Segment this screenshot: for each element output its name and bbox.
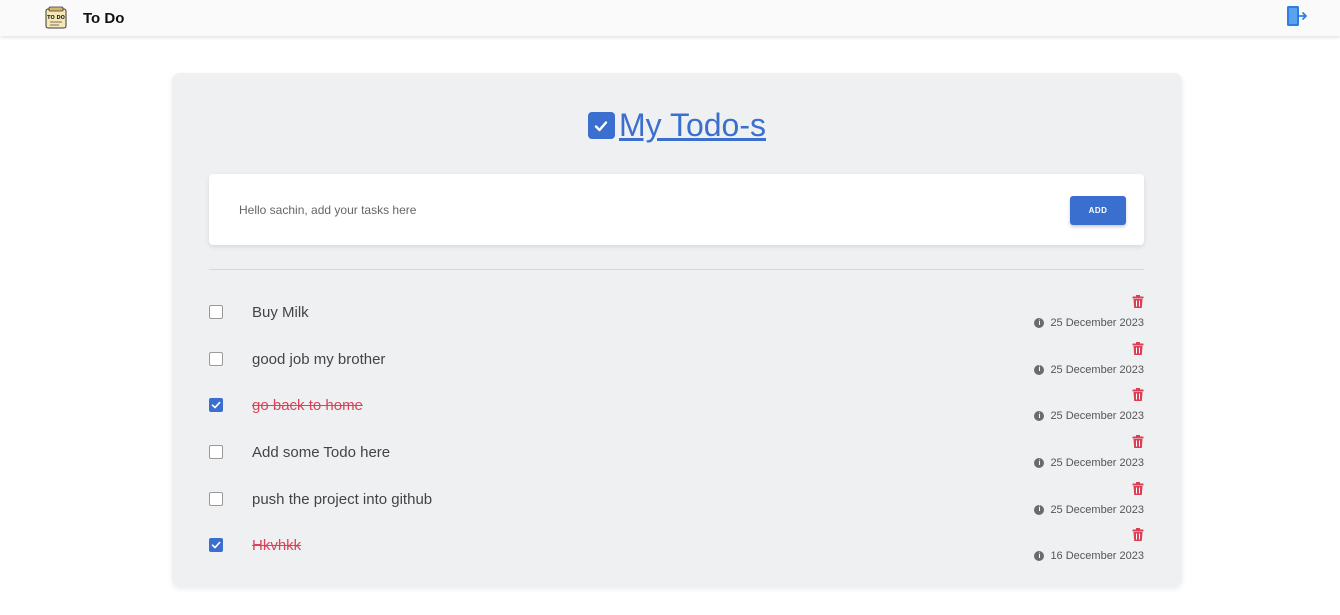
info-icon: i (1034, 318, 1045, 328)
add-task-panel: ADD (209, 174, 1144, 245)
top-navbar: TO DO To Do (0, 0, 1340, 36)
app-title: To Do (83, 9, 125, 27)
logo-text: TO DO (47, 15, 65, 21)
todo-checkbox[interactable] (209, 491, 223, 506)
trash-icon[interactable] (1132, 435, 1144, 449)
todo-checkbox[interactable] (209, 445, 223, 460)
info-icon: i (1034, 364, 1045, 375)
date-text: 25 December 2023 (1050, 457, 1144, 470)
todo-checkbox[interactable] (209, 538, 223, 553)
checkbox-checked-icon (587, 112, 615, 139)
todo-note-icon: TO DO (45, 6, 67, 29)
todo-checkbox[interactable] (209, 305, 223, 319)
date-text: 25 December 2023 (1050, 410, 1144, 423)
date-text: 25 December 2023 (1050, 363, 1144, 376)
list-item: Hkvhkk i 16 December 2023 (209, 522, 1144, 569)
list-item: good job my brother i 25 December 2023 (209, 336, 1144, 383)
todo-date: i 16 December 2023 (1034, 550, 1144, 562)
list-item: push the project into github i 25 Decemb… (209, 476, 1144, 523)
list-item: Add some Todo here i 25 December 2023 (209, 429, 1144, 476)
todo-checkbox[interactable] (209, 351, 223, 366)
date-text: 25 December 2023 (1050, 317, 1144, 329)
todo-text: Buy Milk (252, 304, 309, 321)
todo-date: i 25 December 2023 (1034, 410, 1144, 422)
todo-date: i 25 December 2023 (1034, 317, 1144, 329)
todo-text: push the project into github (252, 490, 433, 508)
todo-text: Add some Todo here (252, 444, 391, 462)
todo-text: go back to home (252, 397, 363, 415)
list-item: Buy Milk i 25 December 2023 (209, 289, 1144, 336)
todo-text: good job my brother (252, 350, 386, 368)
info-icon: i (1034, 504, 1045, 515)
info-icon: i (1034, 411, 1045, 422)
divider (209, 269, 1144, 270)
info-icon: i (1034, 551, 1045, 562)
page-heading: My Todo-s (172, 107, 1182, 144)
todo-list: Buy Milk i 25 December 2023 good job my … (209, 289, 1144, 569)
todo-checkbox[interactable] (209, 398, 223, 413)
todo-text: Hkvhkk (252, 537, 302, 555)
list-item: go back to home i 25 December 2023 (209, 382, 1144, 429)
trash-icon[interactable] (1132, 295, 1144, 308)
trash-icon[interactable] (1132, 481, 1144, 495)
task-input[interactable] (237, 198, 1021, 222)
date-text: 25 December 2023 (1050, 503, 1144, 516)
page-title[interactable]: My Todo-s (619, 107, 766, 144)
trash-icon[interactable] (1132, 388, 1144, 402)
todo-date: i 25 December 2023 (1034, 504, 1144, 516)
brand[interactable]: TO DO To Do (44, 6, 124, 30)
todo-date: i 25 December 2023 (1034, 457, 1144, 469)
todo-date: i 25 December 2023 (1034, 364, 1144, 376)
info-icon: i (1034, 458, 1045, 469)
date-text: 16 December 2023 (1050, 550, 1144, 563)
trash-icon[interactable] (1132, 341, 1144, 355)
logout-door-icon[interactable] (1284, 4, 1308, 28)
trash-icon[interactable] (1132, 528, 1144, 542)
add-button[interactable]: ADD (1070, 196, 1126, 225)
todo-card: My Todo-s ADD Buy Milk i 25 December 202… (172, 73, 1182, 587)
